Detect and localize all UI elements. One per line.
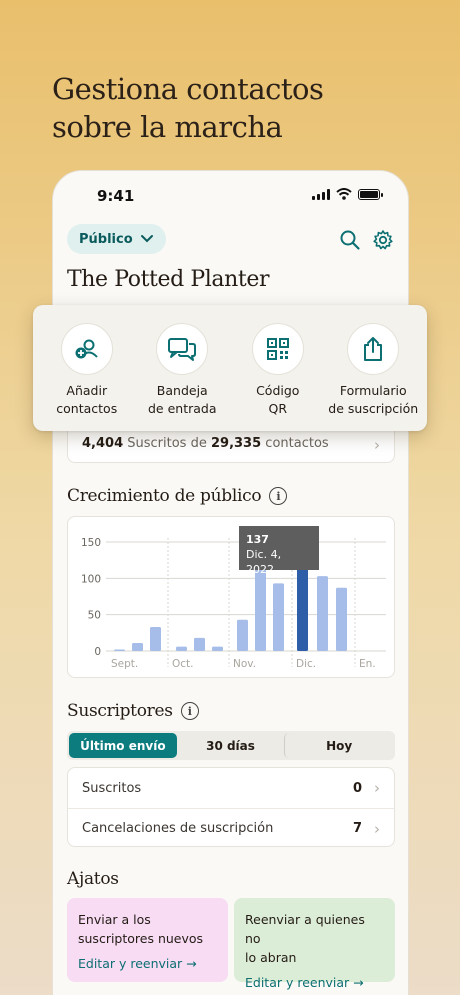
chart-bar (237, 619, 248, 651)
tooltip-value: 137 (246, 533, 269, 546)
y-tick-label: 0 (94, 646, 101, 658)
row-label: Suscritos (82, 780, 142, 796)
y-tick-label: 100 (81, 573, 101, 585)
subscribed-middle: Suscritos de (127, 436, 207, 451)
row-label: Cancelaciones de suscripción (82, 821, 274, 836)
y-tick-label: 50 (88, 610, 101, 622)
chevron-right-icon: › (374, 779, 380, 797)
qr-code-icon (251, 323, 304, 375)
x-tick-label: En. (359, 658, 376, 670)
edit-resend-link[interactable]: Editar y reenviar → (245, 973, 384, 992)
chart-tooltip: 137 Dic. 4, 2022 (239, 526, 319, 576)
status-bar: 9:41 (53, 171, 408, 221)
info-icon[interactable]: i (180, 702, 199, 720)
x-tick-label: Oct. (172, 658, 194, 670)
y-tick-label: 150 (81, 537, 101, 549)
qa-label-line-2: QR (268, 401, 288, 416)
tips-title: Ajatos (67, 869, 119, 889)
qa-label-line-2: de suscripción (328, 401, 419, 416)
tip-text-line-2: suscriptores nuevos (78, 931, 204, 946)
qa-label-line-2: contactos (56, 401, 118, 416)
audience-label: Público (79, 231, 133, 247)
chevron-right-icon: › (374, 436, 380, 454)
quick-action-qr-code[interactable]: Código QR (232, 323, 324, 431)
tab-last-send[interactable]: Último envío (69, 733, 177, 758)
chart-bar (114, 649, 125, 651)
status-time: 9:41 (97, 187, 135, 205)
x-tick-label: Sept. (111, 658, 138, 670)
info-icon[interactable]: i (269, 487, 288, 505)
system-icons (312, 188, 383, 200)
chart-bar (273, 583, 284, 651)
subscribers-section-title: Suscriptores i (67, 701, 199, 721)
tips-section-title: Ajatos (67, 869, 119, 889)
chart-bar (150, 627, 161, 651)
x-tick-label: Dic. (296, 658, 316, 670)
signal-icon (312, 188, 330, 200)
headline-line-1: Gestiona contactos (52, 72, 324, 106)
page-title: The Potted Planter (67, 267, 270, 292)
tip-text-line-2: lo abran (245, 950, 297, 965)
row-value: 0 (352, 780, 362, 796)
chart-bar (317, 576, 328, 651)
list-item-unsubscribes[interactable]: Cancelaciones de suscripción 7 › (68, 808, 394, 848)
quick-action-signup-form[interactable]: Formulario de suscripción (327, 323, 419, 431)
tab-today[interactable]: Hoy (284, 733, 393, 758)
row-value: 7 (352, 821, 362, 836)
qa-label-line-2: de entrada (147, 401, 217, 416)
tab-30-days[interactable]: 30 días (177, 733, 285, 758)
total-contacts: 29,335 (210, 436, 262, 451)
qa-label-line-1: Formulario (339, 383, 407, 398)
promo-headline: Gestiona contactos sobre la marcha (52, 70, 324, 146)
phone-screen: 9:41 Público The Potted Planter 4,404 Su… (52, 170, 409, 995)
x-tick-label: Nov. (233, 658, 256, 670)
subscribed-count: 4,404 (82, 436, 124, 451)
qa-label-line-1: Bandeja (156, 383, 208, 398)
period-segmented-control: Último envío 30 días Hoy (67, 731, 395, 760)
chart-bar (194, 637, 205, 651)
tooltip-date: Dic. 4, 2022 (246, 548, 282, 576)
chart-bar (212, 646, 223, 651)
tip-card-new-subscribers[interactable]: Enviar a los suscriptores nuevos Editar … (67, 898, 228, 982)
subscribers-title: Suscriptores (67, 701, 173, 721)
list-item-subscribed[interactable]: Suscritos 0 › (68, 768, 394, 808)
gear-icon[interactable] (372, 229, 394, 251)
growth-title: Crecimiento de público (67, 486, 262, 506)
growth-chart[interactable]: 0 50 100 150 Sept. Oct. Nov. Dic. En. 137 Dic. 4… (67, 516, 395, 678)
quick-action-inbox[interactable]: Bandeja de entrada (136, 323, 228, 431)
qa-label-line-1: Añadir (66, 383, 108, 398)
quick-actions-panel: Añadir contactos Bandeja de entrada Códi… (33, 305, 427, 431)
chart-bar (336, 587, 347, 651)
share-form-icon (347, 323, 400, 375)
chevron-down-icon (140, 235, 153, 243)
tip-text-line-1: Enviar a los (78, 912, 151, 927)
contacts-suffix: contactos (265, 436, 329, 451)
chart-bar (132, 643, 143, 651)
audience-selector[interactable]: Público (67, 224, 166, 254)
growth-chart-svg: 0 50 100 150 Sept. Oct. Nov. Dic. En. (81, 537, 386, 670)
tip-text-line-1: Reenviar a quienes no (245, 912, 365, 946)
chart-bar (176, 646, 187, 651)
battery-icon (358, 188, 383, 200)
qa-label-line-1: Código (256, 383, 300, 398)
wifi-icon (336, 188, 352, 200)
tip-card-resend-unopened[interactable]: Reenviar a quienes no lo abran Editar y … (234, 898, 395, 990)
inbox-chat-icon (156, 323, 209, 375)
chevron-right-icon: › (374, 819, 380, 838)
chart-bar (255, 568, 266, 651)
edit-resend-link[interactable]: Editar y reenviar → (78, 954, 217, 973)
subscribers-list: Suscritos 0 › Cancelaciones de suscripci… (67, 767, 395, 847)
quick-action-add-contacts[interactable]: Añadir contactos (41, 323, 133, 431)
add-contact-icon (60, 323, 113, 375)
search-icon[interactable] (339, 229, 361, 251)
headline-line-2: sobre la marcha (52, 110, 283, 144)
growth-section-title: Crecimiento de público i (67, 486, 288, 506)
